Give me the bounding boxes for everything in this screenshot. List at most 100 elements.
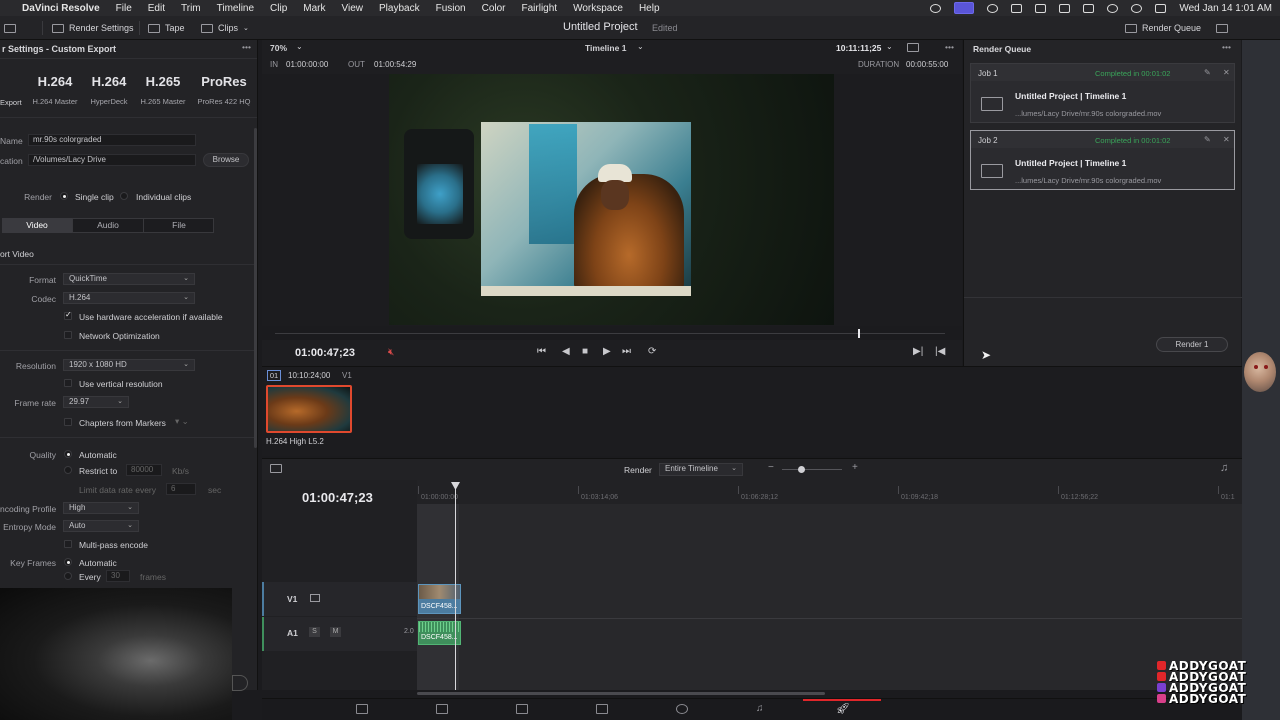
- individual-clips-radio[interactable]: [120, 192, 128, 200]
- more-options-icon[interactable]: •••: [945, 42, 954, 52]
- loop-icon[interactable]: ⟳: [648, 346, 656, 357]
- status-icon-3[interactable]: [1011, 3, 1023, 13]
- timeline-tracks[interactable]: 01:00:00:00 01:03:14;06 01:06:28;12 01:0…: [417, 480, 1242, 695]
- battery-icon[interactable]: [1059, 3, 1071, 13]
- tab-video[interactable]: Video: [2, 218, 72, 233]
- prev-frame-icon[interactable]: |◀: [935, 346, 945, 357]
- menu-color[interactable]: Color: [482, 3, 506, 14]
- hw-accel-checkbox[interactable]: [64, 310, 72, 320]
- screen-record-icon[interactable]: [954, 2, 975, 14]
- resolution-select[interactable]: 1920 x 1080 HD ⌄: [63, 359, 195, 371]
- zoom-in-icon[interactable]: +: [852, 462, 858, 473]
- menu-help[interactable]: Help: [639, 3, 660, 14]
- quality-auto-radio[interactable]: [64, 450, 72, 458]
- panel-edge-control[interactable]: [232, 675, 248, 691]
- video-track-header[interactable]: V1: [262, 582, 417, 616]
- mute-button[interactable]: M: [330, 627, 341, 637]
- control-center-icon[interactable]: [1155, 3, 1167, 13]
- video-viewer[interactable]: [262, 74, 962, 326]
- encoding-profile-select[interactable]: High ⌄: [63, 502, 139, 514]
- media-page-icon[interactable]: [356, 704, 368, 714]
- zoom-slider-knob[interactable]: [798, 466, 805, 473]
- fairlight-page-icon[interactable]: ♫: [756, 703, 764, 714]
- render-all-button[interactable]: Render 1: [1156, 337, 1228, 352]
- close-icon[interactable]: ✕: [1223, 135, 1230, 144]
- more-options-icon[interactable]: •••: [1222, 42, 1231, 52]
- more-options-icon[interactable]: •••: [242, 42, 251, 52]
- menu-fairlight[interactable]: Fairlight: [522, 3, 558, 14]
- menu-fusion[interactable]: Fusion: [436, 3, 466, 14]
- skip-to-start-icon[interactable]: ⏮: [537, 346, 546, 357]
- codec-select[interactable]: H.264 ⌄: [63, 292, 195, 304]
- keyframes-every-radio[interactable]: [64, 572, 72, 580]
- viewer-timecode[interactable]: 10:11:11;25: [836, 43, 881, 53]
- menu-trim[interactable]: Trim: [181, 3, 201, 14]
- render-range-select[interactable]: Entire Timeline ⌄: [659, 463, 743, 476]
- preset-h264-master[interactable]: H.264 H.264 Master: [30, 74, 80, 106]
- fusion-page-icon[interactable]: [596, 704, 608, 714]
- wifi-icon[interactable]: [1107, 3, 1119, 13]
- entropy-select[interactable]: Auto ⌄: [63, 520, 139, 532]
- solo-button[interactable]: S: [309, 627, 320, 637]
- render-job-2[interactable]: Job 2 Completed in 00:01:02 ✎ ✕ Untitled…: [970, 130, 1235, 190]
- volume-icon[interactable]: [1035, 3, 1047, 13]
- clips-button[interactable]: Clips ⌄: [201, 16, 249, 40]
- menu-view[interactable]: View: [342, 3, 364, 14]
- mute-icon[interactable]: 🔇︎: [388, 347, 394, 358]
- color-page-icon[interactable]: [676, 704, 688, 714]
- filename-input[interactable]: mr.90s colorgraded: [28, 134, 196, 146]
- audio-track-header[interactable]: A1 S M 2.0: [262, 617, 417, 651]
- playhead-handle[interactable]: [858, 329, 860, 338]
- skip-to-end-icon[interactable]: ⏭: [622, 346, 631, 357]
- next-frame-icon[interactable]: ▶|: [913, 346, 923, 357]
- zoom-slider[interactable]: [782, 469, 842, 470]
- timeline-name[interactable]: Timeline 1: [585, 43, 626, 53]
- vertical-res-checkbox[interactable]: [64, 379, 72, 387]
- timeline-playhead[interactable]: [455, 482, 456, 690]
- edit-page-icon[interactable]: [516, 704, 528, 714]
- browse-button[interactable]: Browse: [203, 153, 249, 167]
- timeline-ruler[interactable]: 01:00:00:00 01:03:14;06 01:06:28;12 01:0…: [417, 480, 1242, 504]
- location-input[interactable]: /Volumes/Lacy Drive: [28, 154, 196, 166]
- menu-file[interactable]: File: [116, 3, 132, 14]
- zoom-select[interactable]: 70%: [270, 43, 287, 53]
- reverse-play-icon[interactable]: ◀: [562, 346, 570, 357]
- format-select[interactable]: QuickTime ⌄: [63, 273, 195, 285]
- inspector-toggle-icon[interactable]: [1216, 23, 1228, 33]
- single-clip-radio[interactable]: [60, 192, 68, 200]
- clip-thumbnail[interactable]: [266, 385, 352, 433]
- menu-workspace[interactable]: Workspace: [573, 3, 623, 14]
- preset-custom-export[interactable]: Export: [0, 74, 22, 107]
- chapters-marker-dropdown[interactable]: ▾ ⌄: [175, 416, 189, 427]
- left-panel-scrollbar[interactable]: [254, 128, 257, 448]
- media-pool-icon[interactable]: [4, 23, 16, 33]
- deliver-page-icon[interactable]: 🚀︎: [836, 702, 850, 715]
- tape-button[interactable]: Tape: [148, 16, 185, 40]
- status-icon-1[interactable]: [930, 3, 942, 13]
- play-icon[interactable]: ▶: [603, 346, 611, 357]
- app-menu[interactable]: DaVinci Resolve: [22, 3, 100, 14]
- network-opt-checkbox[interactable]: [64, 331, 72, 339]
- tab-file[interactable]: File: [143, 218, 214, 233]
- menu-clip[interactable]: Clip: [270, 3, 287, 14]
- spotlight-icon[interactable]: [1131, 3, 1143, 13]
- menu-timeline[interactable]: Timeline: [217, 3, 254, 14]
- zoom-out-icon[interactable]: −: [768, 462, 774, 473]
- keyframes-auto-radio[interactable]: [64, 558, 72, 566]
- timeline-options-icon[interactable]: [270, 464, 282, 473]
- scrub-bar[interactable]: [275, 333, 945, 334]
- edit-job-icon[interactable]: ✎: [1204, 135, 1211, 144]
- cut-page-icon[interactable]: [436, 704, 448, 714]
- limit-rate-input[interactable]: 6: [166, 483, 196, 495]
- display-icon[interactable]: [1083, 3, 1095, 13]
- tab-audio[interactable]: Audio: [72, 218, 143, 233]
- preset-hyperdeck[interactable]: H.264 HyperDeck: [84, 74, 134, 106]
- menu-mark[interactable]: Mark: [303, 3, 325, 14]
- menubar-datetime[interactable]: Wed Jan 14 1:01 AM: [1179, 3, 1272, 14]
- frame-rate-select[interactable]: 29.97 ⌄: [63, 396, 129, 408]
- close-icon[interactable]: ✕: [1223, 68, 1230, 77]
- status-icon-2[interactable]: [987, 3, 999, 13]
- render-job-1[interactable]: Job 1 Completed in 00:01:02 ✎ ✕ Untitled…: [970, 63, 1235, 123]
- timeline-scrollbar[interactable]: [417, 692, 825, 695]
- chapters-checkbox[interactable]: [64, 418, 72, 426]
